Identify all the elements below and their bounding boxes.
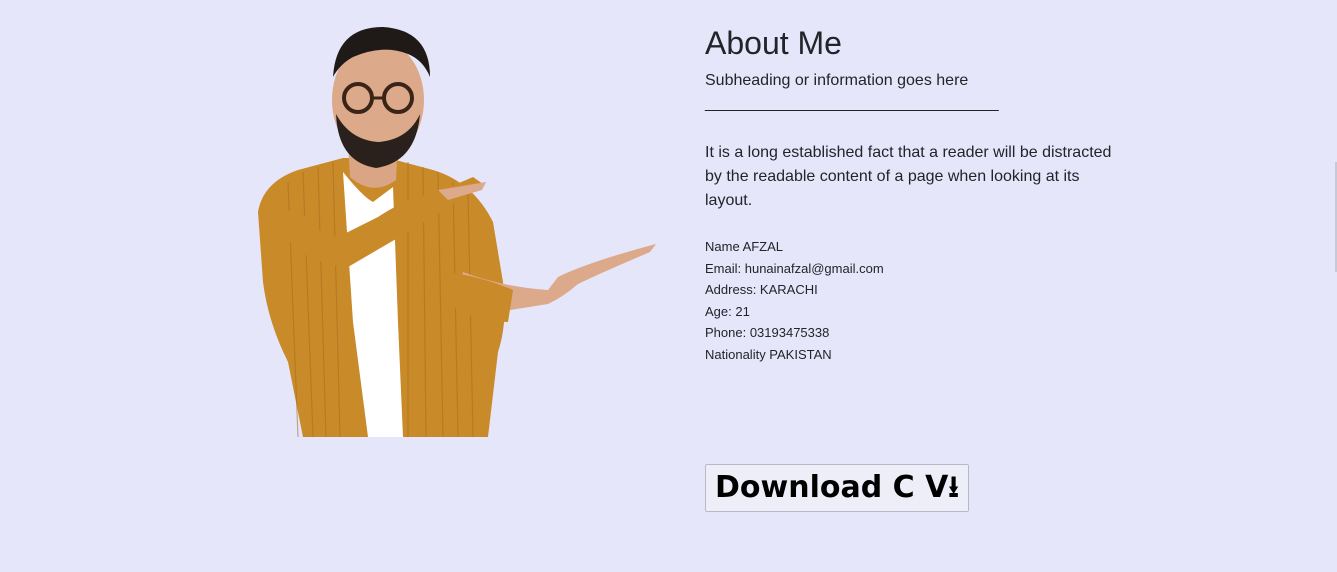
subheading: Subheading or information goes here (705, 72, 969, 89)
detail-address: Address: KARACHI (705, 282, 818, 298)
detail-age: Age: 21 (705, 303, 750, 319)
divider-line: _________________________________ (705, 95, 999, 112)
about-description: It is a long established fact that a rea… (705, 144, 1112, 209)
about-page: About Me Subheading or information goes … (0, 0, 1337, 572)
detail-name: Name AFZAL (705, 239, 784, 254)
profile-photo (258, 22, 658, 437)
detail-email: Email: hunainafzal@gmail.com (705, 260, 884, 276)
download-cv-button[interactable]: Download C V⭳ (705, 464, 969, 512)
detail-phone: Phone: 03193475338 (705, 325, 830, 341)
page-title: About Me (705, 25, 842, 61)
personal-details-list: Name AFZAL Email: hunainafzal@gmail.com … (705, 236, 1125, 366)
about-section: About Me Subheading or information goes … (705, 24, 1125, 366)
detail-nationality: Nationality PAKISTAN (705, 346, 832, 362)
